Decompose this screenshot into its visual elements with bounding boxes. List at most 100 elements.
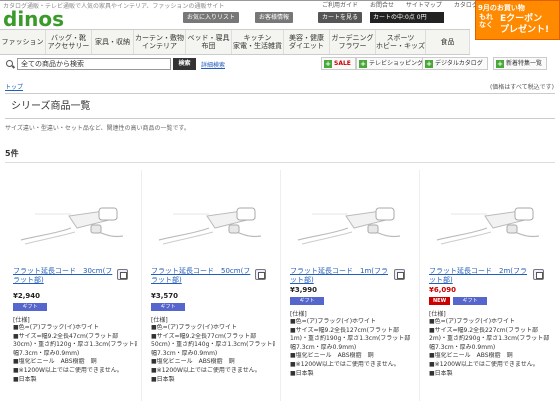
new-badge: NEW [429, 297, 451, 305]
spec-line: 幅7.3cm・厚み0.9mm) [13, 349, 80, 357]
spec-line: ■塩化ビニール ABS樹脂 銅 [429, 352, 513, 360]
product-card: フラット延長コード 50cm(フラット部) ¥3,570 ギフト [仕様] ■色… [143, 170, 279, 401]
spec-line: ■塩化ビニール ABS樹脂 銅 [13, 358, 97, 366]
gift-badge: ギフト [151, 303, 185, 311]
nav-kitchen[interactable]: キッチン 家電・生活雑貨 [232, 30, 284, 54]
new-features-label: 新着特集一覧 [506, 60, 543, 67]
nav-food[interactable]: 食品 [426, 30, 470, 54]
page-title: シリーズ商品一覧 [5, 93, 555, 119]
coupon-promo-banner[interactable]: 9月のお買い物 もれなく Eクーポン プレゼント! [475, 0, 560, 40]
tv-shopping-button[interactable]: + テレビショッピング [356, 57, 429, 70]
product-image[interactable] [15, 178, 129, 252]
product-name-link[interactable]: フラット延長コード 1m(フラット部) [290, 267, 390, 285]
product-name-link[interactable]: フラット延長コード 30cm(フラット部) [13, 267, 113, 285]
spec-line: ■※1200W以上ではご使用できません。 [290, 360, 400, 368]
category-nav: ファッション バッグ・靴 アクセサリー 家具・収納 カーテン・敷物 インテリア … [0, 29, 470, 55]
plus-icon: + [324, 60, 332, 68]
favorite-add-icon[interactable] [533, 269, 544, 280]
nav-gardening[interactable]: ガーデニング フラワー [330, 30, 376, 54]
spec-line: 50cm)・重さ約140g・厚さ1.3cm(フラット部 [151, 341, 275, 349]
advanced-search-link[interactable]: 詳細検索 [201, 60, 225, 69]
gift-badge: ギフト [453, 297, 487, 305]
spec-list: ■色=(ア)ブラック(イ)ホワイト ■サイズ=幅9.2全長47cm(フラット部 … [13, 324, 137, 384]
divider [280, 170, 281, 401]
spec-line: ■サイズ=幅9.2全長77cm(フラット部 [151, 332, 257, 340]
new-features-button[interactable]: + 新着特集一覧 [493, 57, 548, 70]
spec-line: 1m)・重さ約190g・厚さ1.3cm(フラット部 [290, 335, 411, 343]
favorites-label: お気に入りリスト [187, 14, 236, 21]
nav-beauty[interactable]: 美容・健康 ダイエット [284, 30, 330, 54]
product-card: フラット延長コード 2m(フラット部) ¥6,090 NEW ギフト [仕様] … [421, 170, 557, 401]
tax-note: (価格はすべて税込です) [489, 84, 554, 91]
spec-line: ■日本製 [13, 375, 37, 383]
sitemap-link[interactable]: サイトマップ [406, 2, 442, 9]
search-bar: 検索 詳細検索 +SALE +テレビショッピング +デジタルカタログ +新着特集… [3, 57, 556, 72]
favorite-add-icon[interactable] [255, 269, 266, 280]
favorites-button[interactable]: お気に入りリスト [183, 12, 240, 23]
search-input[interactable] [17, 58, 171, 70]
spec-line: ■サイズ=幅9.2全長47cm(フラット部 [13, 332, 119, 340]
breadcrumb[interactable]: トップ [5, 82, 23, 91]
nav-fashion[interactable]: ファッション [0, 30, 46, 54]
spec-label: [仕様] [429, 311, 446, 318]
result-count: 5件 [5, 149, 19, 158]
spec-line: 2m)・重さ約290g・厚さ1.3cm(フラット部 [429, 335, 550, 343]
nav-interior[interactable]: カーテン・敷物 インテリア [134, 30, 186, 54]
product-card: フラット延長コード 1m(フラット部) ¥3,990 ギフト [仕様] ■色=(… [282, 170, 418, 401]
promo-line2: もれなく [479, 13, 493, 29]
product-price: ¥2,940 [13, 292, 41, 300]
spec-line: ■色=(ア)ブラック(イ)ホワイト [151, 324, 238, 331]
spec-line: 幅7.3cm・厚み0.9mm) [151, 349, 218, 357]
page-subtitle: サイズ違い・型違い・セット品など、関連性の高い商品の一覧です。 [5, 125, 190, 132]
sale-label: SALE [334, 60, 351, 67]
spec-line: ■色=(ア)ブラック(イ)ホワイト [13, 324, 100, 331]
spec-list: ■色=(ア)ブラック(イ)ホワイト ■サイズ=幅9.2全長127cm(フラット部… [290, 318, 414, 378]
sale-button[interactable]: + SALE [321, 57, 356, 70]
account-label: お客様情報 [259, 14, 290, 21]
product-card: フラット延長コード 30cm(フラット部) ¥2,940 ギフト [仕様] ■色… [5, 170, 141, 401]
nav-furniture[interactable]: 家具・収納 [92, 30, 134, 54]
account-button[interactable]: お客様情報 [255, 12, 294, 23]
spec-line: ■サイズ=幅9.2全長227cm(フラット部 [429, 326, 538, 334]
nav-bags[interactable]: バッグ・靴 アクセサリー [46, 30, 92, 54]
spec-line: ■塩化ビニール ABS樹脂 銅 [151, 358, 235, 366]
product-price: ¥6,090 [429, 286, 457, 294]
plus-icon: + [425, 60, 433, 68]
nav-bedding[interactable]: ベッド・寝具 布団 [186, 30, 232, 54]
product-image[interactable] [292, 178, 406, 252]
spec-line: ■※1200W以上ではご使用できません。 [151, 366, 261, 374]
spec-label: [仕様] [151, 317, 168, 324]
search-icon [6, 60, 13, 67]
spec-line: ■日本製 [151, 375, 175, 383]
spec-line: 30cm)・重さ約120g・厚さ1.3cm(フラット部 [13, 341, 137, 349]
cart-button[interactable]: カートを見る [318, 12, 363, 23]
divider [419, 170, 420, 401]
favorite-add-icon[interactable] [394, 269, 405, 280]
dinos-logo[interactable]: dinos [3, 7, 64, 31]
gift-badge: ギフト [13, 303, 47, 311]
contact-link[interactable]: お問合せ [370, 2, 394, 9]
digital-catalog-button[interactable]: + デジタルカタログ [422, 57, 488, 70]
spec-label: [仕様] [290, 311, 307, 318]
spec-line: ■塩化ビニール ABS樹脂 銅 [290, 352, 374, 360]
nav-sports[interactable]: スポーツ ホビー・キッズ [376, 30, 426, 54]
cart-summary: カートの中:0点 0円 [370, 12, 444, 23]
cart-label: カートを見る [322, 14, 359, 21]
product-name-link[interactable]: フラット延長コード 2m(フラット部) [429, 267, 529, 285]
spec-line: 幅7.3cm・厚み0.9mm) [290, 343, 357, 351]
guide-link[interactable]: ご利用ガイド [322, 2, 358, 9]
utility-links: ご利用ガイド お問合せ サイトマップ カタログ一覧 [322, 0, 500, 9]
favorite-add-icon[interactable] [117, 269, 128, 280]
promo-line1: 9月のお買い物 [478, 4, 525, 12]
spec-line: ■※1200W以上ではご使用できません。 [13, 366, 123, 374]
search-button[interactable]: 検索 [173, 58, 196, 70]
product-name-link[interactable]: フラット延長コード 50cm(フラット部) [151, 267, 251, 285]
divider [141, 170, 142, 401]
spec-label: [仕様] [13, 317, 30, 324]
page: { "header": { "tagline": "カタログ通販・テレビ通販で人… [0, 0, 560, 401]
spec-line: ■日本製 [429, 369, 453, 377]
spec-line: ■サイズ=幅9.2全長127cm(フラット部 [290, 326, 399, 334]
product-image[interactable] [431, 178, 545, 252]
divider [5, 162, 555, 163]
product-image[interactable] [153, 178, 267, 252]
